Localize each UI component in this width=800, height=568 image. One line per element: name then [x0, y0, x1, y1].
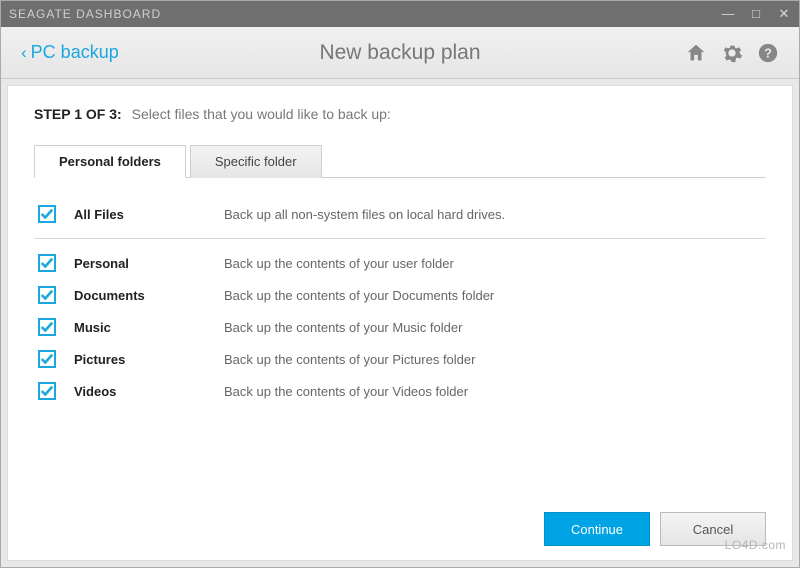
check-icon: [40, 320, 54, 334]
minimize-button[interactable]: —: [721, 6, 735, 22]
folder-desc: Back up the contents of your Videos fold…: [224, 384, 468, 399]
gear-icon[interactable]: [721, 42, 743, 64]
folder-name: Personal: [74, 256, 224, 271]
folder-row: MusicBack up the contents of your Music …: [34, 311, 766, 343]
close-button[interactable]: ✕: [777, 6, 791, 22]
checkbox[interactable]: [38, 254, 56, 272]
watermark: LO4D.com: [725, 538, 786, 552]
checkbox-all-files[interactable]: [38, 205, 56, 223]
check-icon: [40, 256, 54, 270]
folder-name: All Files: [74, 207, 224, 222]
folder-list: All Files Back up all non-system files o…: [34, 198, 766, 502]
check-icon: [40, 288, 54, 302]
folder-name: Videos: [74, 384, 224, 399]
maximize-button[interactable]: □: [749, 6, 763, 22]
step-desc: Select files that you would like to back…: [132, 106, 391, 122]
folder-desc: Back up all non-system files on local ha…: [224, 207, 505, 222]
home-icon[interactable]: [685, 42, 707, 64]
footer-buttons: Continue Cancel: [34, 502, 766, 546]
tab-personal-folders[interactable]: Personal folders: [34, 145, 186, 178]
folder-desc: Back up the contents of your Pictures fo…: [224, 352, 475, 367]
divider: [34, 238, 766, 239]
folder-desc: Back up the contents of your Music folde…: [224, 320, 462, 335]
back-link[interactable]: ‹ PC backup: [21, 42, 119, 63]
tab-specific-folder[interactable]: Specific folder: [190, 145, 322, 178]
continue-button[interactable]: Continue: [544, 512, 650, 546]
chevron-left-icon: ‹: [21, 43, 27, 63]
checkbox[interactable]: [38, 318, 56, 336]
svg-text:?: ?: [764, 45, 772, 60]
step-heading: STEP 1 OF 3: Select files that you would…: [34, 106, 766, 122]
folder-name: Pictures: [74, 352, 224, 367]
content-panel: STEP 1 OF 3: Select files that you would…: [7, 85, 793, 561]
checkbox[interactable]: [38, 382, 56, 400]
header-icons: ?: [685, 42, 779, 64]
help-icon[interactable]: ?: [757, 42, 779, 64]
window-controls: — □ ✕: [721, 6, 791, 22]
folder-name: Documents: [74, 288, 224, 303]
folder-row: PersonalBack up the contents of your use…: [34, 247, 766, 279]
folder-desc: Back up the contents of your Documents f…: [224, 288, 494, 303]
titlebar: SEAGATE DASHBOARD — □ ✕: [1, 1, 799, 27]
folder-name: Music: [74, 320, 224, 335]
page-title: New backup plan: [319, 41, 480, 65]
checkbox[interactable]: [38, 350, 56, 368]
check-icon: [40, 352, 54, 366]
titlebar-title: SEAGATE DASHBOARD: [9, 7, 721, 21]
subheader: ‹ PC backup New backup plan ?: [1, 27, 799, 79]
folder-desc: Back up the contents of your user folder: [224, 256, 454, 271]
folder-row-all-files: All Files Back up all non-system files o…: [34, 198, 766, 230]
step-label: STEP 1 OF 3:: [34, 106, 122, 122]
checkbox[interactable]: [38, 286, 56, 304]
folder-row: VideosBack up the contents of your Video…: [34, 375, 766, 407]
check-icon: [40, 384, 54, 398]
folder-row: PicturesBack up the contents of your Pic…: [34, 343, 766, 375]
folder-row: DocumentsBack up the contents of your Do…: [34, 279, 766, 311]
back-link-label: PC backup: [31, 42, 119, 63]
app-window: SEAGATE DASHBOARD — □ ✕ ‹ PC backup New …: [0, 0, 800, 568]
tabs: Personal folders Specific folder: [34, 144, 766, 178]
check-icon: [40, 207, 54, 221]
